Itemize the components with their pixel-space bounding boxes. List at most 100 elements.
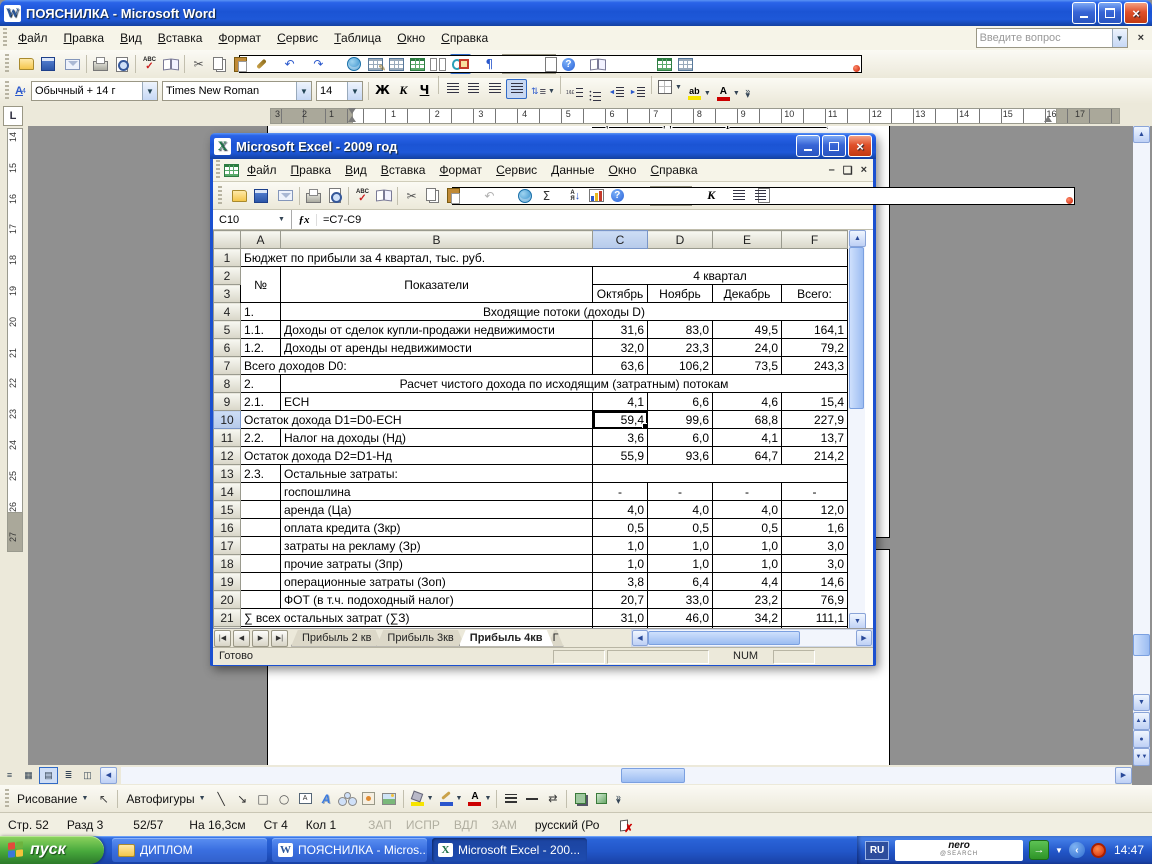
threed-icon[interactable] <box>593 791 610 807</box>
cell-label10[interactable]: Остаток дохода D1=D0-ЕСН <box>240 410 593 429</box>
cell-value[interactable]: 30,5 <box>712 626 782 628</box>
column-header-D[interactable]: D <box>647 230 713 249</box>
cell-a6[interactable]: 1.2. <box>240 338 281 357</box>
sort-descending-icon[interactable] <box>567 188 584 204</box>
excel-vertical-scrollbar[interactable]: ▲ ▼ <box>848 230 866 628</box>
cell-value[interactable]: 31,0 <box>592 608 648 627</box>
excel-menu-окно[interactable]: Окно <box>602 160 644 180</box>
print-preview-icon[interactable] <box>326 188 343 204</box>
word-close-button[interactable]: × <box>1124 2 1148 24</box>
cell-value[interactable]: 93,6 <box>647 446 713 465</box>
spelling-icon[interactable] <box>354 188 371 204</box>
style-select[interactable]: Обычный + 14 г ▼ <box>31 81 158 101</box>
border-icon[interactable] <box>657 79 674 95</box>
align-justify-icon[interactable] <box>508 81 525 97</box>
cell-a19[interactable] <box>240 572 281 591</box>
line-style-icon[interactable] <box>502 791 519 807</box>
excel-menu-вид[interactable]: Вид <box>338 160 374 180</box>
excel-close-button[interactable]: × <box>848 135 872 157</box>
status-flag-зап[interactable]: ЗАП <box>368 818 392 832</box>
row-header-16[interactable]: 16 <box>213 518 241 537</box>
row-header-3[interactable]: 3 <box>213 284 241 303</box>
cell-value[interactable]: 32,0 <box>592 338 648 357</box>
word-menu-справка[interactable]: Справка <box>433 27 496 49</box>
email-icon[interactable] <box>277 188 294 204</box>
font-size-select[interactable]: 14 ▼ <box>316 81 363 101</box>
row-header-5[interactable]: 5 <box>213 320 241 339</box>
excel-menu-справка[interactable]: Справка <box>643 160 704 180</box>
export-excel-icon[interactable] <box>656 56 673 72</box>
cell-value[interactable]: 3,0 <box>781 554 848 573</box>
namebox-dropdown-icon[interactable]: ▼ <box>278 216 291 223</box>
print-icon[interactable] <box>305 188 322 204</box>
drawing-menu-button[interactable]: Рисование ▼ <box>12 789 93 809</box>
cell-value[interactable]: 99,6 <box>647 410 713 429</box>
row-header-7[interactable]: 7 <box>213 356 241 375</box>
next-page-icon[interactable]: ▼▼ <box>1133 748 1150 766</box>
align-right-icon[interactable] <box>486 81 503 97</box>
first-sheet-icon[interactable]: |◀ <box>214 629 231 647</box>
cell-value[interactable]: 3,0 <box>781 536 848 555</box>
excel-vscroll-thumb[interactable] <box>849 247 864 409</box>
cell-value[interactable]: 73,5 <box>712 356 782 375</box>
cell-value[interactable]: 46,0 <box>647 608 713 627</box>
formula-text[interactable]: =C7-C9 <box>317 214 361 226</box>
cell-a13[interactable]: 2.3. <box>240 464 281 483</box>
cell-value[interactable]: 34,2 <box>712 608 782 627</box>
rectangle-icon[interactable]: □ <box>255 791 272 807</box>
cell-b6[interactable]: Доходы от аренды недвижимости <box>280 338 593 357</box>
align-left-icon[interactable] <box>444 81 461 97</box>
cell-value[interactable]: 1,0 <box>647 536 713 555</box>
print-icon[interactable] <box>92 56 109 72</box>
spell-status-icon[interactable] <box>615 817 633 835</box>
taskbar-button-1[interactable]: ДИПЛОМ <box>112 838 267 862</box>
oval-icon[interactable]: ○ <box>276 791 293 807</box>
word-menu-вставка[interactable]: Вставка <box>150 27 211 49</box>
cell-value[interactable]: 214,2 <box>781 446 848 465</box>
cell-b16[interactable]: оплата кредита (Зкр) <box>280 518 593 537</box>
word-restore-button[interactable] <box>1098 2 1122 24</box>
permission-icon[interactable] <box>239 55 862 73</box>
align-center-icon[interactable] <box>465 81 482 97</box>
column-header-B[interactable]: B <box>280 230 593 249</box>
cell-a15[interactable] <box>240 500 281 519</box>
cell-value[interactable]: 1,6 <box>781 518 848 537</box>
doc-close-icon[interactable]: × <box>1138 32 1144 44</box>
research-icon[interactable] <box>375 188 392 204</box>
cell-value[interactable]: 1,0 <box>647 554 713 573</box>
text-box-icon[interactable] <box>297 791 314 807</box>
line-spacing-icon[interactable] <box>530 84 547 100</box>
workbook-restore-icon[interactable]: ❏ <box>843 164 853 177</box>
cell-label21[interactable]: ∑ всех остальных затрат (∑З) <box>240 608 593 627</box>
word-vscroll-thumb[interactable] <box>1133 634 1150 656</box>
cell-value[interactable]: - <box>781 482 848 501</box>
excel-maximize-button[interactable] <box>822 135 846 157</box>
diagram-icon[interactable] <box>339 791 356 807</box>
cell-a14[interactable] <box>240 482 281 501</box>
previous-page-icon[interactable]: ▲▲ <box>1133 712 1150 730</box>
workbook-close-icon[interactable]: × <box>861 164 867 177</box>
row-header-14[interactable]: 14 <box>213 482 241 501</box>
cell-b17[interactable]: затраты на рекламу (Зр) <box>280 536 593 555</box>
copy-icon[interactable] <box>424 188 441 204</box>
cell-value[interactable]: 6,6 <box>647 392 713 411</box>
word-hscroll-thumb[interactable] <box>621 767 685 783</box>
row-header-6[interactable]: 6 <box>213 338 241 357</box>
line-icon[interactable]: ╲ <box>213 791 230 807</box>
cell-no-header[interactable]: № <box>240 266 281 303</box>
cell-month-header[interactable]: Октябрь <box>592 284 648 303</box>
print-preview-icon[interactable] <box>113 56 130 72</box>
workbook-minimize-icon[interactable]: – <box>829 164 835 177</box>
row-header-10[interactable]: 10 <box>213 410 241 429</box>
wordart-icon[interactable] <box>318 791 335 807</box>
cell-a18[interactable] <box>240 554 281 573</box>
paste-icon[interactable] <box>445 188 462 204</box>
row-header-4[interactable]: 4 <box>213 302 241 321</box>
insert-table-icon[interactable] <box>388 56 405 72</box>
cell-a4[interactable]: 1. <box>240 302 281 321</box>
search-go-icon[interactable]: → <box>1029 840 1050 860</box>
next-sheet-icon[interactable]: ▶ <box>252 629 269 647</box>
fill-color-icon[interactable] <box>409 791 426 807</box>
status-flag-испр[interactable]: ИСПР <box>406 818 440 832</box>
cell-month-header[interactable]: Декабрь <box>712 284 782 303</box>
